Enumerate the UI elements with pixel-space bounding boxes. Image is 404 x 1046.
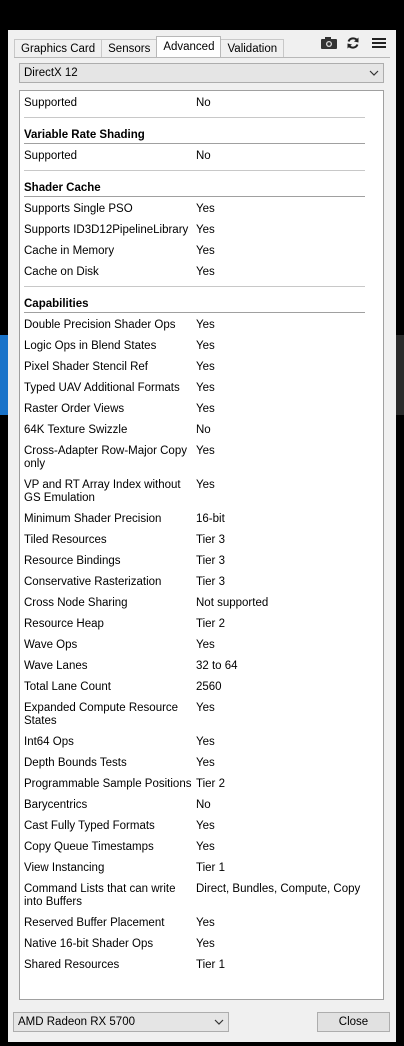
property-name: 64K Texture Swizzle [24, 424, 128, 436]
property-value: No [196, 97, 211, 109]
section-header: Capabilities [24, 298, 365, 313]
property-name: Cross Node Sharing [24, 597, 128, 609]
property-name: Wave Ops [24, 639, 78, 651]
property-value: Yes [196, 224, 215, 236]
property-name: Depth Bounds Tests [24, 757, 127, 769]
refresh-icon[interactable] [346, 36, 362, 50]
tab-panel-border [14, 57, 390, 58]
section-divider [24, 170, 365, 171]
property-name: Reserved Buffer Placement [24, 917, 165, 929]
property-name: Resource Heap [24, 618, 104, 630]
property-value: 2560 [196, 681, 222, 693]
property-value: Yes [196, 736, 215, 748]
tab-sensors[interactable]: Sensors [101, 39, 158, 57]
property-value: Tier 2 [196, 618, 225, 630]
section-header: Shader Cache [24, 182, 365, 197]
section-divider [24, 117, 365, 118]
property-value: Yes [196, 382, 215, 394]
property-name: Total Lane Count [24, 681, 111, 693]
property-value: Yes [196, 917, 215, 929]
property-value: Yes [196, 361, 215, 373]
property-value: Yes [196, 479, 215, 491]
property-name: Cross-Adapter Row-Major Copy only [24, 445, 187, 470]
property-name: VP and RT Array Index without GS Emulati… [24, 479, 181, 504]
property-name: Copy Queue Timestamps [24, 841, 154, 853]
property-value: No [196, 150, 211, 162]
property-name: Cache on Disk [24, 266, 99, 278]
property-value: Not supported [196, 597, 269, 609]
toolbar [320, 36, 388, 50]
property-name: Supports ID3D12PipelineLibrary [24, 224, 189, 236]
property-name: Supported [24, 150, 78, 162]
property-name: Command Lists that can write into Buffer… [24, 883, 176, 908]
property-name: Cast Fully Typed Formats [24, 820, 155, 832]
property-value: Yes [196, 203, 215, 215]
property-name: Minimum Shader Precision [24, 513, 162, 525]
property-value: Yes [196, 319, 215, 331]
section-divider [24, 286, 365, 287]
close-button[interactable]: Close [317, 1012, 390, 1032]
property-name: Barycentrics [24, 799, 88, 811]
tab-graphics-card[interactable]: Graphics Card [14, 39, 103, 57]
property-value: Yes [196, 820, 215, 832]
property-name: Supports Single PSO [24, 203, 133, 215]
property-value: Yes [196, 702, 215, 714]
property-name: Raster Order Views [24, 403, 125, 415]
property-value: Yes [196, 757, 215, 769]
property-value: No [196, 799, 211, 811]
tab-validation[interactable]: Validation [220, 39, 285, 57]
property-value: Yes [196, 639, 215, 651]
property-value: Yes [196, 245, 215, 257]
desktop-background-left [0, 335, 8, 415]
property-name: Cache in Memory [24, 245, 115, 257]
property-value: Yes [196, 266, 215, 278]
property-name: Supported [24, 97, 78, 109]
menu-icon[interactable] [372, 36, 388, 50]
property-name: Conservative Rasterization [24, 576, 162, 588]
property-value: Tier 1 [196, 862, 225, 874]
gpuz-window: Graphics Card Sensors Advanced Validatio… [8, 30, 396, 1042]
chevron-down-icon [214, 1019, 224, 1025]
tab-bar: Graphics Card Sensors Advanced Validatio… [14, 36, 285, 57]
property-name: Shared Resources [24, 959, 120, 971]
property-value: Yes [196, 841, 215, 853]
property-value: Tier 3 [196, 534, 225, 546]
property-name: Int64 Ops [24, 736, 74, 748]
property-value: 16-bit [196, 513, 225, 525]
property-value: No [196, 424, 211, 436]
property-value: 32 to 64 [196, 660, 238, 672]
property-name: Resource Bindings [24, 555, 121, 567]
camera-icon[interactable] [320, 36, 337, 50]
property-value: Tier 3 [196, 576, 225, 588]
properties-list[interactable]: Supported No Variable Rate Shading Supporte… [19, 90, 384, 1000]
desktop-background-right [396, 335, 404, 415]
property-name: Native 16-bit Shader Ops [24, 938, 154, 950]
property-name: Double Precision Shader Ops [24, 319, 176, 331]
property-value: Tier 2 [196, 778, 225, 790]
property-name: Tiled Resources [24, 534, 107, 546]
property-name: View Instancing [24, 862, 105, 874]
property-name: Programmable Sample Positions [24, 778, 192, 790]
property-value: Direct, Bundles, Compute, Copy [196, 883, 361, 895]
gpu-select-value: AMD Radeon RX 5700 [18, 1016, 135, 1028]
gpu-select[interactable]: AMD Radeon RX 5700 [13, 1012, 229, 1032]
property-value: Yes [196, 340, 215, 352]
property-name: Pixel Shader Stencil Ref [24, 361, 149, 373]
property-name: Logic Ops in Blend States [24, 340, 157, 352]
property-value: Yes [196, 445, 215, 457]
chevron-down-icon [369, 70, 379, 76]
property-value: Tier 1 [196, 959, 225, 971]
tab-advanced[interactable]: Advanced [156, 36, 222, 57]
api-select[interactable]: DirectX 12 [19, 63, 384, 83]
property-value: Yes [196, 938, 215, 950]
section-header: Variable Rate Shading [24, 129, 365, 144]
property-value: Tier 3 [196, 555, 225, 567]
property-name: Wave Lanes [24, 660, 88, 672]
property-name: Typed UAV Additional Formats [24, 382, 180, 394]
api-select-value: DirectX 12 [24, 67, 78, 79]
property-name: Expanded Compute Resource States [24, 702, 179, 727]
property-value: Yes [196, 403, 215, 415]
